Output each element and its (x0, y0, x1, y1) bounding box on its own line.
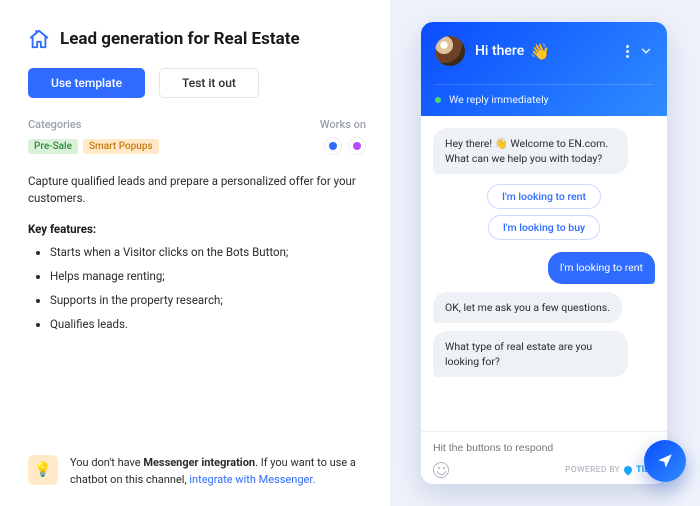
tidio-logo-icon (622, 464, 633, 475)
channel-icons (324, 137, 366, 155)
list-item: Supports in the property research; (50, 292, 366, 308)
test-it-out-button[interactable]: Test it out (159, 68, 259, 98)
quick-reply-buy[interactable]: I'm looking to buy (488, 215, 600, 240)
chat-widget: Hi there 👋 We reply immediately (421, 22, 667, 484)
powered-by-label: POWERED BY (565, 465, 620, 475)
reply-status-text: We reply immediately (449, 93, 549, 106)
messenger-notice: 💡 You don't have Messenger integration. … (28, 441, 366, 488)
list-item: Starts when a Visitor clicks on the Bots… (50, 244, 366, 260)
list-item: Qualifies leads. (50, 316, 366, 332)
category-tags: Pre-Sale Smart Popups (28, 139, 159, 154)
lightbulb-icon: 💡 (28, 455, 58, 485)
notice-text-bold: Messenger integration (143, 456, 255, 469)
tag-pre-sale: Pre-Sale (28, 139, 78, 154)
chat-body: Hey there! 👋 Welcome to EN.com. What can… (421, 116, 667, 431)
avatar (435, 36, 465, 66)
reply-status: We reply immediately (435, 84, 653, 106)
bot-message: What type of real estate are you looking… (433, 331, 628, 377)
quick-replies: I'm looking to rent I'm looking to buy (433, 184, 655, 240)
categories-label: Categories (28, 118, 81, 131)
works-on-label: Works on (320, 118, 366, 131)
chat-greeting: Hi there 👋 (475, 42, 616, 61)
emoji-icon[interactable] (433, 462, 449, 478)
more-options-icon[interactable] (626, 45, 629, 58)
online-dot-icon (435, 97, 441, 103)
chat-greeting-text: Hi there (475, 43, 524, 59)
user-message: I'm looking to rent (548, 252, 655, 283)
page-title: Lead generation for Real Estate (60, 29, 300, 49)
list-item: Helps manage renting; (50, 268, 366, 284)
send-button[interactable] (644, 440, 686, 482)
notice-text-prefix: You don't have (70, 456, 143, 469)
bot-message: Hey there! 👋 Welcome to EN.com. What can… (433, 128, 628, 174)
key-features-list: Starts when a Visitor clicks on the Bots… (28, 244, 366, 340)
key-features-heading: Key features: (28, 222, 366, 236)
chat-input-area: POWERED BY TIDIO (421, 431, 667, 484)
chevron-down-icon[interactable] (639, 44, 653, 58)
bot-message: OK, let me ask you a few questions. (433, 292, 622, 323)
integrate-messenger-link[interactable]: integrate with Messenger. (189, 473, 315, 486)
tag-smart-popups: Smart Popups (83, 139, 159, 154)
chat-input[interactable] (433, 442, 659, 454)
wave-icon: 👋 (530, 42, 550, 61)
house-icon (28, 28, 50, 50)
chat-channel-icon (324, 137, 342, 155)
notice-text: You don't have Messenger integration. If… (70, 455, 366, 488)
template-description: Capture qualified leads and prepare a pe… (28, 173, 366, 208)
chat-header: Hi there 👋 We reply immediately (421, 22, 667, 116)
use-template-button[interactable]: Use template (28, 68, 145, 98)
messenger-channel-icon (348, 137, 366, 155)
quick-reply-rent[interactable]: I'm looking to rent (487, 184, 601, 209)
